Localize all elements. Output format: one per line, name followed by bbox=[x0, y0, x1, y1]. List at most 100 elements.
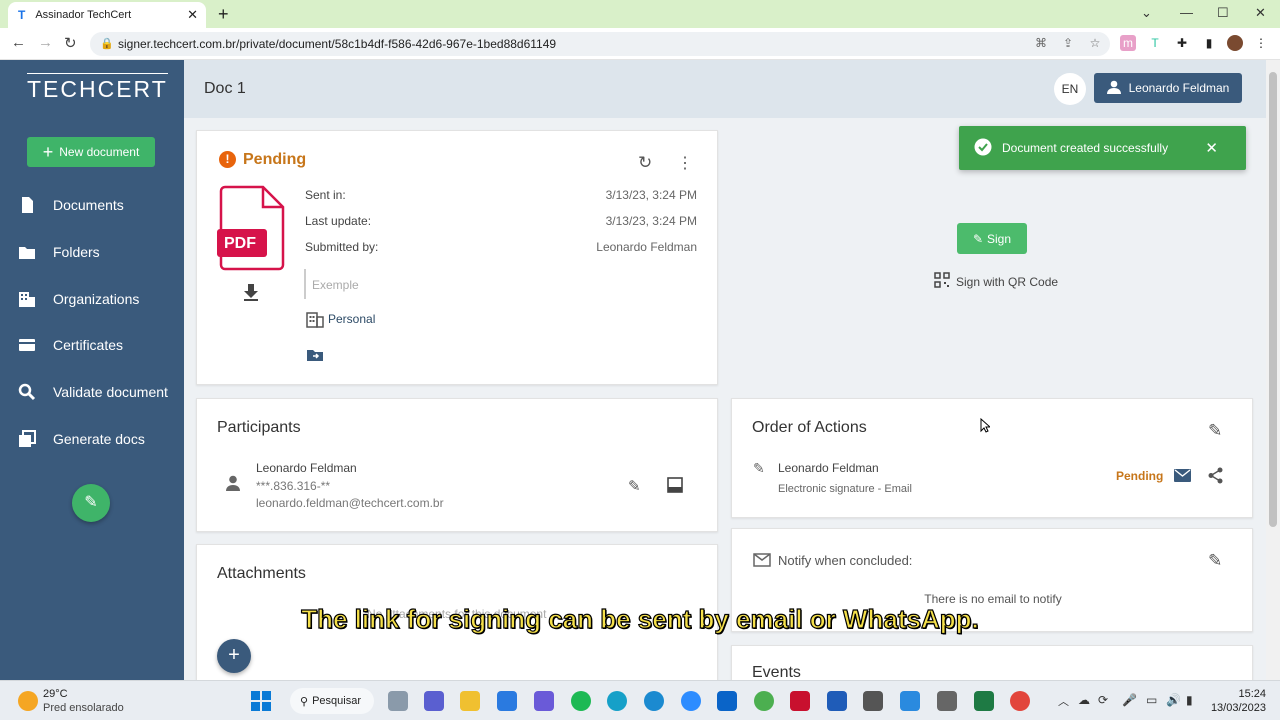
page-scrollbar[interactable] bbox=[1266, 60, 1280, 680]
more-options-icon[interactable]: ⋮ bbox=[677, 153, 693, 173]
edit-order-icon[interactable]: ✎ bbox=[1208, 421, 1222, 441]
sign-fab-button[interactable]: ✎ bbox=[72, 484, 110, 522]
mic-icon[interactable]: 🎤 bbox=[1122, 693, 1137, 707]
close-window-icon[interactable]: ✕ bbox=[1255, 5, 1266, 21]
share-icon[interactable]: ⇪ bbox=[1060, 35, 1076, 51]
sidebar-item-label: Folders bbox=[53, 244, 100, 260]
tray-chevron-icon[interactable]: ︿ bbox=[1058, 693, 1069, 709]
description-field[interactable]: Exemple bbox=[312, 278, 359, 292]
weather-sun-icon bbox=[18, 691, 38, 711]
logo: TECHCERT bbox=[27, 73, 168, 102]
battery-icon[interactable]: ▮ bbox=[1186, 693, 1193, 707]
address-bar[interactable]: 🔒 signer.techcert.com.br/private/documen… bbox=[90, 32, 1110, 56]
close-toast-icon[interactable]: ✕ bbox=[1205, 139, 1218, 157]
lock-icon: 🔒 bbox=[100, 38, 114, 50]
spotify-icon[interactable] bbox=[571, 691, 591, 711]
sign-label: Sign bbox=[987, 231, 1012, 246]
sign-button[interactable]: ✎ Sign bbox=[957, 223, 1027, 254]
back-icon[interactable]: ← bbox=[11, 34, 26, 51]
tab-title: Assinador TechCert bbox=[35, 9, 132, 21]
excel-icon[interactable] bbox=[974, 691, 994, 711]
sidebar-item-label: Certificates bbox=[53, 337, 124, 353]
chrome-icon[interactable] bbox=[754, 691, 774, 711]
store-icon[interactable] bbox=[497, 691, 517, 711]
video-caption: The link for signing can be sent by emai… bbox=[301, 603, 980, 634]
profile-avatar[interactable] bbox=[1227, 35, 1243, 51]
volume-icon[interactable]: 🔊 bbox=[1166, 693, 1181, 707]
edit-participant-icon[interactable]: ✎ bbox=[628, 477, 641, 495]
star-icon[interactable]: ☆ bbox=[1087, 35, 1103, 51]
signer-name: Leonardo Feldman bbox=[778, 461, 879, 475]
chevron-down-icon[interactable]: ⌄ bbox=[1141, 5, 1152, 21]
onedrive-icon[interactable]: ☁ bbox=[1078, 693, 1090, 707]
sidebar-item-folders[interactable]: Folders bbox=[18, 237, 178, 267]
chrome-alt-icon[interactable] bbox=[1010, 691, 1030, 711]
close-tab-icon[interactable]: ✕ bbox=[187, 7, 198, 23]
teams-icon[interactable] bbox=[424, 691, 444, 711]
reload-icon[interactable]: ↻ bbox=[64, 34, 77, 52]
share-icon[interactable] bbox=[1208, 467, 1224, 489]
language-button[interactable]: EN bbox=[1054, 73, 1086, 105]
sidebar-item-generate[interactable]: Generate docs bbox=[18, 424, 178, 454]
sync-icon[interactable]: ⟳ bbox=[1098, 693, 1108, 707]
clock-date[interactable]: 13/03/2023 bbox=[1206, 702, 1266, 714]
browser-toolbar: ← → ↻ 🔒 signer.techcert.com.br/private/d… bbox=[0, 28, 1280, 60]
warning-icon: ! bbox=[219, 151, 236, 168]
card-icon bbox=[18, 336, 36, 354]
forward-icon[interactable]: → bbox=[38, 34, 53, 51]
pdf-file-icon[interactable]: PDF bbox=[217, 185, 289, 276]
translate-icon[interactable]: ⌘ bbox=[1033, 35, 1049, 51]
pen-icon: ✎ bbox=[753, 460, 765, 476]
edit-notify-icon[interactable]: ✎ bbox=[1208, 551, 1222, 571]
mail-outline-icon bbox=[753, 553, 771, 572]
windows-start-icon[interactable] bbox=[251, 691, 271, 716]
taskview-icon[interactable] bbox=[388, 691, 408, 711]
scrollbar-thumb[interactable] bbox=[1269, 72, 1277, 527]
edge-icon[interactable] bbox=[644, 691, 664, 711]
folder-link[interactable]: Personal bbox=[328, 312, 375, 326]
weather-desc: Pred ensolarado bbox=[43, 702, 124, 714]
photos-icon[interactable] bbox=[900, 691, 920, 711]
sidebar-item-organizations[interactable]: Organizations bbox=[18, 284, 178, 314]
maximize-icon[interactable]: ☐ bbox=[1217, 5, 1229, 21]
sidebar-item-documents[interactable]: Documents bbox=[18, 190, 178, 220]
calculator-icon[interactable] bbox=[937, 691, 957, 711]
user-menu-button[interactable]: Leonardo Feldman bbox=[1094, 73, 1242, 103]
security-app-icon[interactable] bbox=[790, 691, 810, 711]
refresh-icon[interactable]: ↻ bbox=[638, 153, 652, 173]
sidebar-item-validate[interactable]: Validate document bbox=[18, 377, 178, 407]
new-document-button[interactable]: + New document bbox=[27, 137, 155, 167]
pdf-label: PDF bbox=[224, 235, 256, 252]
canva-icon[interactable] bbox=[607, 691, 627, 711]
taskbar-search[interactable]: ⚲ Pesquisar bbox=[290, 688, 374, 714]
sidepanel-icon[interactable]: ▮ bbox=[1201, 35, 1217, 51]
participant-details-icon[interactable] bbox=[667, 477, 683, 498]
extensions-puzzle-icon[interactable]: ✚ bbox=[1174, 35, 1190, 51]
email-icon[interactable] bbox=[1174, 469, 1191, 487]
outlook-icon[interactable] bbox=[717, 691, 737, 711]
download-icon[interactable] bbox=[243, 283, 259, 306]
submitted-by-value: Leonardo Feldman bbox=[596, 240, 697, 254]
move-folder-icon[interactable] bbox=[306, 348, 324, 367]
extension-t-icon[interactable]: T bbox=[1147, 35, 1163, 51]
new-tab-icon[interactable]: + bbox=[218, 4, 229, 25]
app-icon[interactable] bbox=[534, 691, 554, 711]
docs-icon bbox=[18, 430, 36, 448]
menu-dots-icon[interactable]: ⋮ bbox=[1253, 35, 1269, 51]
signer-status: Pending bbox=[1116, 469, 1164, 483]
signer-type: Electronic signature - Email bbox=[778, 483, 912, 495]
file-explorer-icon[interactable] bbox=[460, 691, 480, 711]
word-icon[interactable] bbox=[827, 691, 847, 711]
sidebar-item-certificates[interactable]: Certificates bbox=[18, 330, 178, 360]
clock-time[interactable]: 15:24 bbox=[1214, 688, 1266, 700]
attachments-title: Attachments bbox=[217, 565, 306, 582]
zoom-icon[interactable] bbox=[681, 691, 701, 711]
extension-m-icon[interactable]: m bbox=[1120, 35, 1136, 51]
sign-qr-button[interactable]: Sign with QR Code bbox=[934, 272, 1058, 291]
favicon-icon: T bbox=[18, 8, 26, 22]
add-attachment-button[interactable]: + bbox=[217, 639, 251, 673]
browser-tab[interactable]: T Assinador TechCert ✕ bbox=[8, 2, 206, 28]
minimize-icon[interactable]: — bbox=[1180, 5, 1193, 20]
snipping-icon[interactable] bbox=[863, 691, 883, 711]
monitor-icon[interactable]: ▭ bbox=[1146, 693, 1157, 707]
